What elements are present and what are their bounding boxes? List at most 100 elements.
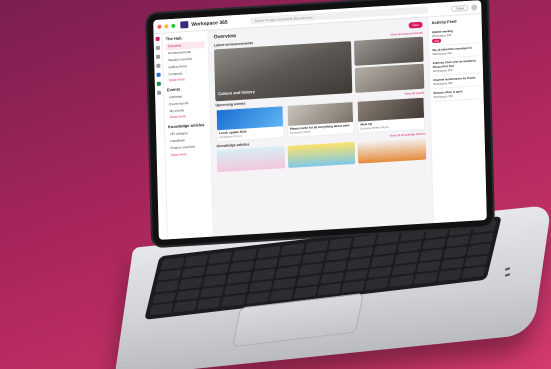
keyboard-key — [149, 303, 174, 316]
keyboard-key — [157, 268, 182, 281]
avatar[interactable] — [471, 3, 478, 11]
calendar-icon[interactable] — [156, 63, 161, 68]
keyboard-key — [346, 257, 372, 270]
keyboard-key — [394, 252, 420, 265]
keyboard-key — [277, 254, 302, 267]
keyboard-key — [229, 260, 254, 273]
event-card[interactable]: Lunch update 2024 Conference Room 1 — [215, 105, 285, 143]
keyboard-key — [328, 237, 353, 250]
sidebar-show-more-events[interactable]: Show more — [168, 112, 207, 121]
keyboard-key — [173, 300, 198, 313]
keyboard-key — [202, 274, 228, 287]
keyboard-key — [280, 243, 305, 256]
maximize-window-icon[interactable] — [171, 23, 176, 28]
keyboard-key — [245, 292, 270, 305]
feed-item-meta: Workspace 365 — [433, 93, 453, 100]
page-title: Overview — [213, 33, 237, 41]
keyboard-key — [368, 266, 393, 279]
minimize-window-icon[interactable] — [164, 23, 169, 28]
view-all-knowledge-link[interactable]: View all knowledge articles — [390, 132, 426, 138]
keyboard-key — [445, 234, 470, 248]
keyboard-key — [205, 263, 230, 276]
announcement-tile[interactable] — [355, 63, 425, 93]
keyboard-key — [352, 234, 377, 247]
keyboard-key — [373, 243, 398, 256]
feed-item-meta: Workspace 365 — [432, 50, 452, 57]
keyboard-key — [197, 297, 222, 310]
knowledge-card-culture[interactable] — [216, 146, 285, 173]
keyboard-key — [349, 246, 374, 259]
announcement-hero-card[interactable]: Culture and history — [214, 41, 353, 102]
keyboard-key — [160, 257, 185, 270]
keyboard-key — [181, 265, 206, 279]
sidebar-show-more-knowledge[interactable]: Show more — [169, 149, 208, 158]
close-window-icon[interactable] — [157, 24, 162, 29]
keyboard-key — [296, 274, 321, 287]
sidebar-title: The Hub — [165, 35, 182, 42]
event-card[interactable]: Meet Up Business Weekly Report — [356, 96, 426, 134]
teams-icon[interactable] — [156, 81, 161, 86]
keyboard-key — [304, 240, 329, 253]
keyboard-key — [389, 275, 414, 288]
keyboard-key — [320, 272, 345, 285]
view-all-events-link[interactable]: View all events — [404, 91, 424, 96]
keyboard-key — [365, 277, 390, 291]
home-icon[interactable] — [155, 36, 160, 42]
apps-icon[interactable] — [155, 45, 160, 50]
keyboard-key — [322, 260, 348, 273]
keyboard-key — [469, 232, 494, 245]
main-content: Overview New Latest announcements View al… — [209, 17, 433, 236]
files-icon[interactable] — [156, 54, 161, 59]
keyboard-key — [269, 289, 294, 302]
feed-item-title: Anthony Chan sent an invitation, Please … — [432, 58, 477, 70]
activity-feed: Activity Feed Update meeting Workspace 36… — [427, 14, 487, 224]
keyboard-key — [152, 291, 177, 304]
keyboard-key — [200, 286, 225, 299]
sidebar-section-knowledge[interactable]: Knowledge articles — [168, 122, 207, 129]
keyboard-key — [301, 251, 326, 264]
keyboard-key — [413, 272, 438, 285]
keyboard-key — [184, 254, 209, 267]
keyboard-key — [274, 266, 300, 279]
sidebar-show-more[interactable]: Show more — [167, 75, 206, 84]
keyboard-key — [397, 240, 422, 253]
keyboard-key — [293, 286, 318, 299]
keyboard-key — [370, 254, 396, 267]
feed-item-meta: Workspace 365 — [433, 80, 453, 87]
hero-caption: Culture and history — [218, 88, 255, 97]
keyboard-key — [464, 255, 489, 268]
settings-icon[interactable] — [157, 90, 162, 95]
announcement-tile[interactable] — [354, 36, 424, 66]
event-card[interactable]: Please invite for all everything about a… — [286, 100, 355, 139]
keyboard-key — [221, 294, 246, 307]
join-button[interactable]: Join — [432, 38, 442, 44]
keyboard-key — [392, 263, 417, 276]
keyboard-key — [317, 283, 342, 296]
keyboard-key — [376, 231, 401, 244]
knowledge-heading: Knowledge articles — [216, 142, 250, 149]
keyboard-key — [442, 246, 468, 259]
laptop-mockup: Workspace 365 Search for apps, documents… — [0, 0, 551, 369]
view-all-announcements-link[interactable]: View all announcements — [390, 31, 423, 37]
mail-icon[interactable] — [156, 72, 161, 77]
feed-item-meta: Workspace 365 — [431, 32, 452, 39]
keyboard-key — [208, 251, 233, 264]
feed-item[interactable]: Remote office is quiet Workspace 365 — [433, 86, 481, 103]
keyboard-key — [224, 283, 249, 296]
keyboard-key — [421, 237, 446, 250]
app-name: Workspace 365 — [191, 19, 228, 28]
search-placeholder: Search for apps, documents, files and mo… — [254, 14, 316, 23]
keyboard-key — [256, 245, 281, 259]
knowledge-card-conduct[interactable] — [287, 141, 356, 168]
keyboard-key — [178, 277, 204, 290]
keyboard-key — [248, 280, 273, 293]
sidebar-section-events[interactable]: Events — [167, 85, 206, 92]
keyboard-key — [154, 280, 180, 293]
new-button[interactable]: New — [408, 21, 423, 29]
keyboard-key — [344, 269, 369, 282]
knowledge-card-change[interactable] — [357, 137, 427, 164]
keyboard-key — [272, 277, 297, 290]
keyboard-key — [437, 269, 462, 282]
keyboard-key — [466, 243, 492, 256]
follow-button[interactable]: Follow — [451, 4, 469, 12]
